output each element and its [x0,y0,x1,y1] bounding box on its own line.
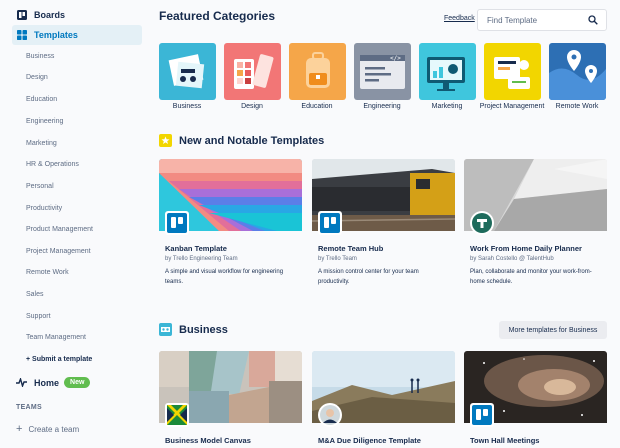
section-title: Business [179,323,228,336]
card-author: by Trello Engineering Team [165,256,238,262]
featured-tile-engineering[interactable]: </> [354,43,411,100]
new-badge: New [64,377,91,388]
business-section-icon [159,323,172,336]
card-description: A mission control center for your team p… [318,269,419,285]
featured-tile-marketing[interactable] [419,43,476,100]
search-input[interactable] [487,14,587,26]
submit-template-link[interactable]: + Submit a template [26,356,92,363]
monitor-chart-icon [427,57,465,91]
template-card-wfh-planner[interactable]: Work From Home Daily Planner by Sarah Co… [464,159,607,299]
featured-label-education: Education [301,103,333,110]
card-title: Kanban Template [165,244,227,253]
sidebar-item-label: Home [34,377,60,388]
sidebar-category-design[interactable]: Design [26,74,48,81]
section-business-heading: Business [159,323,228,336]
sidebar-item-boards[interactable]: Boards [12,5,142,25]
card-description: Plan, collaborate and monitor your work-… [470,269,592,285]
sidebar-category-business[interactable]: Business [26,53,54,60]
featured-label-marketing: Marketing [431,103,463,110]
sidebar-item-home[interactable]: Home New [16,377,91,388]
card-title: Work From Home Daily Planner [470,244,582,253]
section-title: New and Notable Templates [179,134,325,147]
trello-logo-icon [470,403,494,427]
sidebar-category-marketing[interactable]: Marketing [26,140,57,147]
business-illustration-icon [168,54,205,89]
plus-icon: + [16,423,23,435]
card-title: Remote Team Hub [318,244,384,253]
sidebar-category-personal[interactable]: Personal [26,183,54,190]
sidebar: Boards Templates Business Design Educati… [0,0,148,448]
more-business-templates-button[interactable]: More templates for Business [499,321,607,339]
featured-tile-remote-work[interactable] [549,43,606,100]
sidebar-category-product-management[interactable]: Product Management [26,226,93,233]
template-card-business-model-canvas[interactable]: Business Model Canvas [159,351,302,448]
featured-label-project-management: Project Management [479,103,545,110]
search-box[interactable] [477,9,607,31]
featured-label-remote-work: Remote Work [555,103,599,110]
sidebar-category-remote-work[interactable]: Remote Work [26,269,69,276]
create-team-label: Create a team [28,424,80,434]
card-description: A simple and visual workflow for enginee… [165,269,284,285]
sidebar-category-engineering[interactable]: Engineering [26,118,63,125]
pulse-icon [16,378,27,387]
featured-label-design: Design [241,103,263,110]
boards-icon [17,10,27,20]
search-icon [588,15,598,25]
page-title: Featured Categories [159,9,276,23]
card-title: Business Model Canvas [165,436,251,445]
project-illustration-icon [494,57,530,89]
featured-label-engineering: Engineering [363,103,401,110]
featured-tile-business[interactable] [159,43,216,100]
sidebar-category-support[interactable]: Support [26,313,51,320]
featured-label-business: Business [172,103,202,110]
sidebar-category-project-management[interactable]: Project Management [26,248,91,255]
map-pin-icon [549,50,606,100]
sidebar-category-sales[interactable]: Sales [26,291,44,298]
create-team-button[interactable]: + Create a team [16,423,79,435]
sidebar-category-education[interactable]: Education [26,96,57,103]
feedback-link[interactable]: Feedback [444,15,475,22]
trello-logo-icon [318,211,342,235]
sidebar-item-templates[interactable]: Templates [12,25,142,45]
section-new-notable-heading: New and Notable Templates [159,134,324,147]
talenthub-logo-icon [470,211,494,235]
featured-tile-design[interactable] [224,43,281,100]
user-avatar [318,403,342,427]
card-author: by Sarah Costello @ TalentHub [470,256,554,262]
design-illustration-icon [234,54,274,89]
template-card-remote-team-hub[interactable]: Remote Team Hub by Trello Team A mission… [312,159,455,299]
sidebar-category-productivity[interactable]: Productivity [26,205,62,212]
templates-icon [17,30,27,40]
card-title: M&A Due Diligence Template [318,436,421,445]
template-card-town-hall[interactable]: Town Hall Meetings [464,351,607,448]
template-card-ma-due-diligence[interactable]: M&A Due Diligence Template [312,351,455,448]
template-card-kanban[interactable]: Kanban Template by Trello Engineering Te… [159,159,302,299]
featured-tile-project-management[interactable] [484,43,541,100]
sidebar-item-label: Templates [34,30,78,40]
jamaica-flag-icon [165,403,189,427]
backpack-icon [306,52,330,88]
featured-tile-education[interactable] [289,43,346,100]
card-author: by Trello Team [318,256,357,262]
sidebar-category-team-management[interactable]: Team Management [26,334,86,341]
trello-logo-icon [165,211,189,235]
sidebar-category-hr-operations[interactable]: HR & Operations [26,161,79,168]
svg-text:</>: </> [390,55,401,62]
teams-heading: TEAMS [16,404,42,411]
code-window-icon: </> [360,55,405,89]
sidebar-item-label: Boards [34,10,66,20]
star-icon [159,134,172,147]
card-title: Town Hall Meetings [470,436,540,445]
